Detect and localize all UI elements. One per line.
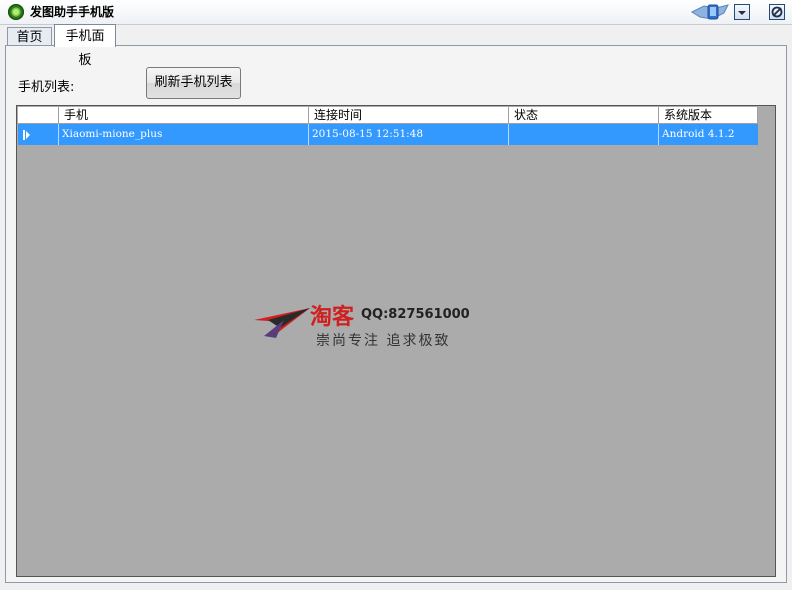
app-icon: [8, 4, 24, 20]
close-icon: [771, 6, 783, 18]
refresh-phone-list-button[interactable]: 刷新手机列表: [146, 67, 241, 99]
close-button[interactable]: [769, 4, 785, 20]
tab-phone-panel[interactable]: 手机面板: [54, 24, 116, 68]
table-row[interactable]: Xiaomi-mione_plus 2015-08-15 12:51:48 An…: [18, 124, 758, 145]
watermark-brand: 淘客: [310, 304, 355, 330]
window-title: 发图助手手机版: [30, 5, 115, 19]
minimize-button[interactable]: [734, 4, 750, 20]
title-bar[interactable]: 发图助手手机版: [0, 0, 792, 25]
skin-icon[interactable]: [690, 3, 730, 21]
phone-list-label: 手机列表:: [18, 80, 75, 95]
row-header-corner: [18, 107, 59, 124]
cell-connect-time: 2015-08-15 12:51:48: [309, 124, 509, 145]
column-header-phone[interactable]: 手机: [59, 107, 309, 124]
cell-status: [509, 124, 659, 145]
watermark-slogan: 崇尚专注 追求极致: [316, 333, 451, 349]
cell-phone: Xiaomi-mione_plus: [59, 124, 309, 145]
watermark-qq: QQ:827561000: [361, 307, 470, 322]
column-header-status[interactable]: 状态: [509, 107, 659, 124]
grid-header: 手机 连接时间 状态 系统版本: [18, 107, 758, 124]
column-header-connect-time[interactable]: 连接时间: [309, 107, 509, 124]
column-header-os-version[interactable]: 系统版本: [659, 107, 758, 124]
watermark-logo: [254, 308, 310, 338]
row-pointer-icon: [23, 130, 30, 140]
chevron-down-icon: [738, 11, 746, 15]
tab-home[interactable]: 首页: [7, 27, 52, 47]
row-indicator-cell: [18, 124, 59, 145]
cell-os-version: Android 4.1.2: [662, 128, 735, 140]
